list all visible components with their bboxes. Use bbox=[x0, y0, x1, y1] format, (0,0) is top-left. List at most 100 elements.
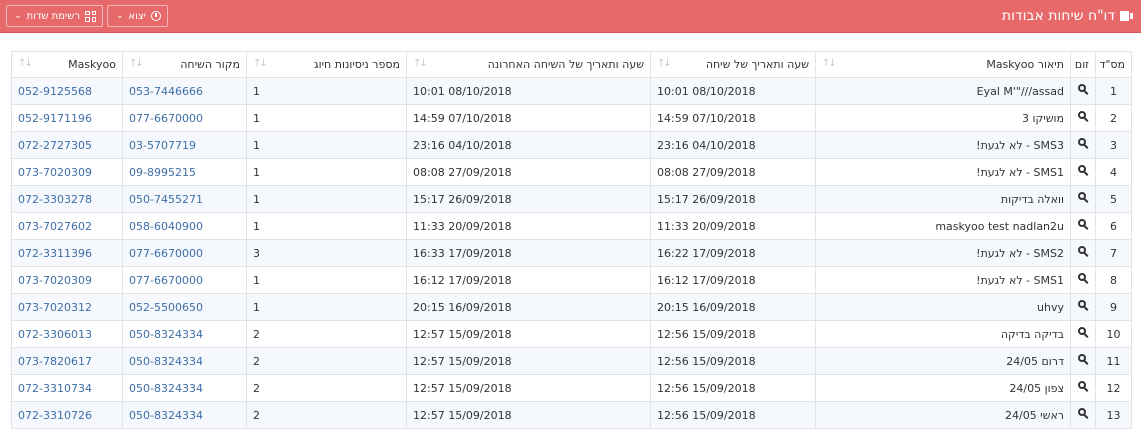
table-row[interactable]: 4 SMS1 - לא לגעת! 27/09/2018 08:08 27/09/20… bbox=[11, 158, 1132, 186]
zoom-cell[interactable] bbox=[1070, 374, 1096, 402]
column-header-index[interactable]: מס"ד bbox=[1095, 51, 1132, 78]
cell-call-source-link[interactable]: 058-6040900 bbox=[122, 212, 247, 240]
column-header-last-call-time[interactable]: שעה ותאריך של השיחה האחרונה ↓↑ bbox=[406, 51, 651, 78]
zoom-icon[interactable] bbox=[1077, 381, 1089, 392]
cell-dial-attempts: 1 bbox=[246, 131, 407, 159]
cell-call-time: 26/09/2018 15:17 bbox=[650, 185, 816, 213]
cell-maskyoo-link[interactable]: 072-3303278 bbox=[11, 185, 123, 213]
cell-call-time: 16/09/2018 20:15 bbox=[650, 293, 816, 321]
sort-icon[interactable]: ↓↑ bbox=[822, 58, 837, 69]
zoom-icon[interactable] bbox=[1077, 354, 1089, 365]
page-title: דו"ח שיחות אבודות bbox=[1002, 6, 1133, 26]
cell-call-source-link[interactable]: 052-5500650 bbox=[122, 293, 247, 321]
cell-last-call-time: 15/09/2018 12:57 bbox=[406, 320, 651, 348]
cell-maskyoo-link[interactable]: 073-7020309 bbox=[11, 266, 123, 294]
column-header-call-source[interactable]: מקור השיחה ↓↑ bbox=[122, 51, 247, 78]
table-row[interactable]: 12 צפון 24/05 15/09/2018 12:56 15/09/2018 1… bbox=[11, 374, 1132, 402]
table-row[interactable]: 7 SMS2 - לא לגעת! 17/09/2018 16:22 17/09/20… bbox=[11, 239, 1132, 267]
zoom-cell[interactable] bbox=[1070, 104, 1096, 132]
zoom-icon[interactable] bbox=[1077, 165, 1089, 176]
cell-call-source-link[interactable]: 09-8995215 bbox=[122, 158, 247, 186]
zoom-cell[interactable] bbox=[1070, 185, 1096, 213]
table-row[interactable]: 6 maskyoo test nadlan2u 20/09/2018 11:33 20… bbox=[11, 212, 1132, 240]
cell-maskyoo-link[interactable]: 073-7027602 bbox=[11, 212, 123, 240]
cell-index: 1 bbox=[1095, 77, 1132, 105]
cell-maskyoo-desc: Eyal M'"///assad bbox=[815, 77, 1071, 105]
table-row[interactable]: 3 SMS3 - לא לגעת! 04/10/2018 23:16 04/10/20… bbox=[11, 131, 1132, 159]
cell-maskyoo-link[interactable]: 072-3310726 bbox=[11, 401, 123, 429]
cell-maskyoo-link[interactable]: 073-7820617 bbox=[11, 347, 123, 375]
sort-icon[interactable]: ↓↑ bbox=[253, 58, 268, 69]
cell-last-call-time: 08/10/2018 10:01 bbox=[406, 77, 651, 105]
sort-icon[interactable]: ↓↑ bbox=[657, 58, 672, 69]
sort-icon[interactable]: ↓↑ bbox=[18, 58, 33, 69]
cell-call-source-link[interactable]: 050-8324334 bbox=[122, 374, 247, 402]
cell-call-source-link[interactable]: 050-7455271 bbox=[122, 185, 247, 213]
field-list-button[interactable]: רשימת שדות ⌄ bbox=[6, 5, 103, 27]
table-row[interactable]: 11 דרום 24/05 15/09/2018 12:56 15/09/2018 1… bbox=[11, 347, 1132, 375]
zoom-cell[interactable] bbox=[1070, 266, 1096, 294]
page-header: דו"ח שיחות אבודות יצוא ⌄ רשימת שדות ⌄ bbox=[0, 0, 1141, 33]
cell-call-time: 04/10/2018 23:16 bbox=[650, 131, 816, 159]
zoom-icon[interactable] bbox=[1077, 300, 1089, 311]
cell-index: 5 bbox=[1095, 185, 1132, 213]
cell-call-source-link[interactable]: 03-5707719 bbox=[122, 131, 247, 159]
cell-call-time: 15/09/2018 12:56 bbox=[650, 320, 816, 348]
cell-index: 13 bbox=[1095, 401, 1132, 429]
column-header-dial-attempts[interactable]: מספר ניסיונות חיוג ↓↑ bbox=[246, 51, 407, 78]
cell-call-source-link[interactable]: 050-8324334 bbox=[122, 320, 247, 348]
zoom-icon[interactable] bbox=[1077, 192, 1089, 203]
cell-maskyoo-desc: maskyoo test nadlan2u bbox=[815, 212, 1071, 240]
zoom-cell[interactable] bbox=[1070, 239, 1096, 267]
cell-last-call-time: 07/10/2018 14:59 bbox=[406, 104, 651, 132]
cell-maskyoo-link[interactable]: 072-3311396 bbox=[11, 239, 123, 267]
cell-maskyoo-link[interactable]: 052-9125568 bbox=[11, 77, 123, 105]
zoom-cell[interactable] bbox=[1070, 212, 1096, 240]
table-row[interactable]: 13 ראשי 24/05 15/09/2018 12:56 15/09/2018 1… bbox=[11, 401, 1132, 429]
table-row[interactable]: 5 וואלה בדיקות 26/09/2018 15:17 26/09/2018 … bbox=[11, 185, 1132, 213]
table-row[interactable]: 9 uhvy 16/09/2018 20:15 16/09/2018 20:15 1 05… bbox=[11, 293, 1132, 321]
cell-call-source-link[interactable]: 050-8324334 bbox=[122, 401, 247, 429]
zoom-icon[interactable] bbox=[1077, 84, 1089, 95]
cell-maskyoo-link[interactable]: 052-9171196 bbox=[11, 104, 123, 132]
cell-maskyoo-link[interactable]: 072-3306013 bbox=[11, 320, 123, 348]
zoom-icon[interactable] bbox=[1077, 327, 1089, 338]
table-row[interactable]: 10 בדיקה בדיקה 15/09/2018 12:56 15/09/2018 … bbox=[11, 320, 1132, 348]
cell-maskyoo-link[interactable]: 072-2727305 bbox=[11, 131, 123, 159]
cell-call-time: 07/10/2018 14:59 bbox=[650, 104, 816, 132]
sort-icon[interactable]: ↓↑ bbox=[413, 58, 428, 69]
zoom-icon[interactable] bbox=[1077, 219, 1089, 230]
table-row[interactable]: 2 מושיקו 3 07/10/2018 14:59 07/10/2018 14:5… bbox=[11, 104, 1132, 132]
table-row[interactable]: 1 Eyal M'"///assad 08/10/2018 10:01 08/10/2… bbox=[11, 77, 1132, 105]
zoom-icon[interactable] bbox=[1077, 246, 1089, 257]
cell-index: 7 bbox=[1095, 239, 1132, 267]
zoom-icon[interactable] bbox=[1077, 138, 1089, 149]
cell-call-source-link[interactable]: 053-7446666 bbox=[122, 77, 247, 105]
cell-call-source-link[interactable]: 077-6670000 bbox=[122, 104, 247, 132]
cell-call-source-link[interactable]: 050-8324334 bbox=[122, 347, 247, 375]
cell-call-source-link[interactable]: 077-6670000 bbox=[122, 239, 247, 267]
table-row[interactable]: 8 SMS1 - לא לגעת! 17/09/2018 16:12 17/09/20… bbox=[11, 266, 1132, 294]
zoom-icon[interactable] bbox=[1077, 408, 1089, 419]
column-header-maskyoo-desc[interactable]: תיאור Maskyoo ↓↑ bbox=[815, 51, 1071, 78]
sort-icon[interactable]: ↓↑ bbox=[129, 58, 144, 69]
cell-dial-attempts: 2 bbox=[246, 401, 407, 429]
cell-maskyoo-link[interactable]: 073-7020309 bbox=[11, 158, 123, 186]
column-header-call-time[interactable]: שעה ותאריך של שיחה ↓↑ bbox=[650, 51, 816, 78]
zoom-icon[interactable] bbox=[1077, 111, 1089, 122]
cell-maskyoo-link[interactable]: 073-7020312 bbox=[11, 293, 123, 321]
zoom-cell[interactable] bbox=[1070, 320, 1096, 348]
zoom-icon[interactable] bbox=[1077, 273, 1089, 284]
column-header-maskyoo[interactable]: Maskyoo ↓↑ bbox=[11, 51, 123, 78]
zoom-cell[interactable] bbox=[1070, 347, 1096, 375]
zoom-cell[interactable] bbox=[1070, 293, 1096, 321]
export-button[interactable]: יצוא ⌄ bbox=[107, 5, 168, 27]
zoom-cell[interactable] bbox=[1070, 401, 1096, 429]
zoom-cell[interactable] bbox=[1070, 77, 1096, 105]
cell-call-source-link[interactable]: 077-6670000 bbox=[122, 266, 247, 294]
cell-last-call-time: 26/09/2018 15:17 bbox=[406, 185, 651, 213]
zoom-cell[interactable] bbox=[1070, 131, 1096, 159]
cell-maskyoo-desc: מושיקו 3 bbox=[815, 104, 1071, 132]
zoom-cell[interactable] bbox=[1070, 158, 1096, 186]
cell-maskyoo-link[interactable]: 072-3310734 bbox=[11, 374, 123, 402]
